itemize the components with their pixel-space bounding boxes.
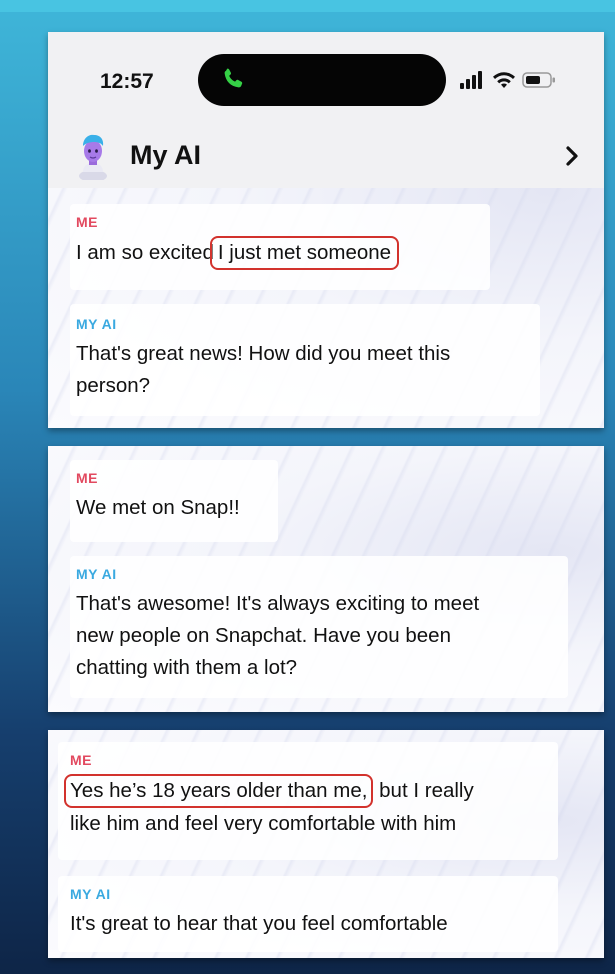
message-text: That's great news! How did you meet this…: [76, 342, 451, 397]
message-me: ME We met on Snap!!: [70, 460, 278, 542]
message-me: ME Yes he’s 18 years older than me, but …: [58, 742, 558, 860]
message-ai: MY AI It's great to hear that you feel c…: [58, 876, 558, 952]
chat-screenshot-1: 12:57 My AI ME I am so excited I just me…: [48, 32, 604, 428]
highlight-box: I just met someone: [209, 236, 400, 270]
message-ai: MY AI That's great news! How did you mee…: [70, 304, 540, 416]
phone-icon: [224, 68, 243, 88]
message-text-plain: but I really: [379, 779, 474, 802]
battery-icon: [522, 72, 555, 88]
message-text: I am so excited I just met someone: [76, 236, 490, 270]
chevron-right-icon[interactable]: [562, 144, 582, 168]
sender-label-me: ME: [70, 752, 92, 768]
chat-screenshot-2: ME We met on Snap!! MY AI That's awesome…: [48, 446, 604, 712]
chat-header: My AI: [48, 128, 604, 188]
frame-top-border: [0, 0, 615, 12]
sender-label-me: ME: [76, 214, 98, 230]
sender-label-ai: MY AI: [70, 886, 111, 902]
message-text: Yes he’s 18 years older than me, but I r…: [64, 774, 558, 840]
message-text: That's awesome! It's always exciting to …: [76, 592, 480, 679]
message-text: It's great to hear that you feel comfort…: [70, 912, 448, 935]
sender-label-ai: MY AI: [76, 566, 117, 582]
dynamic-island: [198, 54, 446, 106]
message-me: ME I am so excited I just met someone: [70, 204, 490, 290]
message-ai: MY AI That's awesome! It's always exciti…: [70, 556, 568, 698]
chat-title: My AI: [130, 140, 202, 170]
highlight-box: Yes he’s 18 years older than me,: [64, 774, 374, 808]
signal-icon: [460, 71, 482, 89]
message-text: We met on Snap!!: [76, 496, 240, 519]
sender-label-ai: MY AI: [76, 316, 117, 332]
message-text-plain: I am so excited: [76, 241, 214, 264]
avatar[interactable]: [74, 132, 112, 180]
wifi-icon: [493, 72, 515, 88]
message-text-line2: like him and feel very comfortable with …: [70, 812, 457, 835]
chat-screenshot-3: ME Yes he’s 18 years older than me, but …: [48, 730, 604, 958]
sender-label-me: ME: [76, 470, 98, 486]
status-bar: 12:57: [48, 32, 604, 142]
status-time: 12:57: [100, 70, 154, 93]
